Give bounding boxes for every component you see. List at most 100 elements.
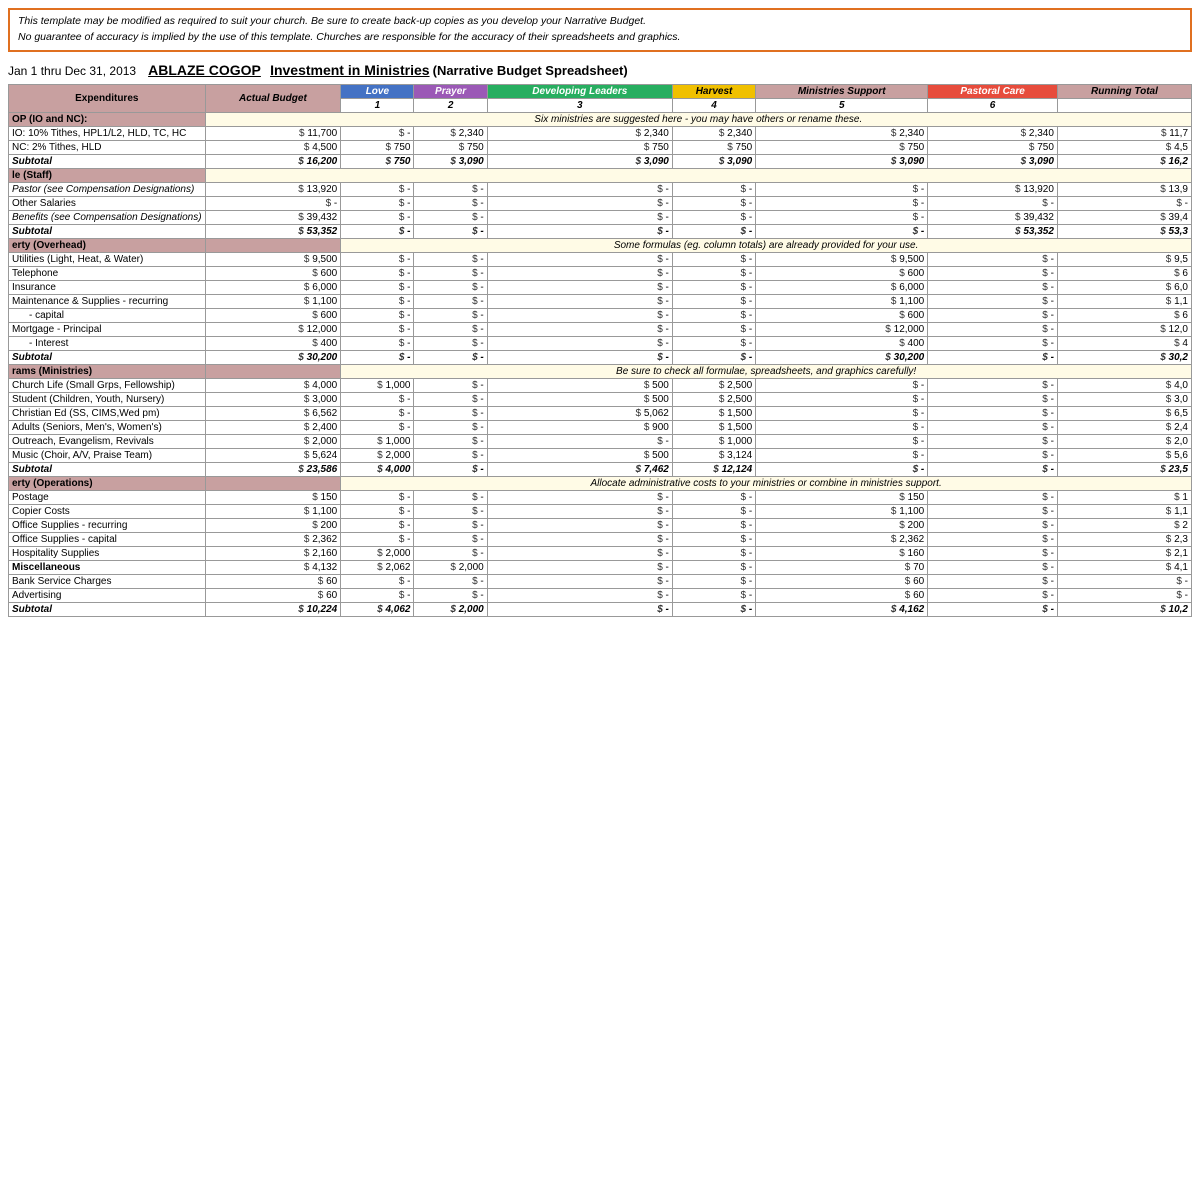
- cell-ministries: $ 2,362: [756, 532, 928, 546]
- cell-ministries: $ 200: [756, 518, 928, 532]
- cell-ministries: $ 750: [756, 140, 928, 154]
- cell-pastoral: $ -: [928, 420, 1058, 434]
- row-label: NC: 2% Tithes, HLD: [9, 140, 206, 154]
- cell-prayer: $ -: [414, 224, 487, 238]
- cell-prayer: $ -: [414, 196, 487, 210]
- cell-prayer: $ -: [414, 378, 487, 392]
- row-label: Other Salaries: [9, 196, 206, 210]
- col-num-love: 1: [341, 98, 414, 112]
- cell-developing: $ -: [487, 224, 672, 238]
- cell-pastoral: $ 3,090: [928, 154, 1058, 168]
- cell-love: $ 2,000: [341, 448, 414, 462]
- row-label: Church Life (Small Grps, Fellowship): [9, 378, 206, 392]
- row-label: Postage: [9, 490, 206, 504]
- cell-prayer: $ -: [414, 546, 487, 560]
- cell-actual: $ 11,700: [205, 126, 341, 140]
- cell-pastoral: $ -: [928, 518, 1058, 532]
- cell-harvest: $ 750: [672, 140, 755, 154]
- table-row: Subtotal$ 16,200$ 750$ 3,090$ 3,090$ 3,0…: [9, 154, 1192, 168]
- cell-running: $ 1,1: [1057, 504, 1191, 518]
- cell-actual: $ 9,500: [205, 252, 341, 266]
- cell-harvest: $ -: [672, 252, 755, 266]
- table-row: Other Salaries$ -$ -$ -$ -$ -$ -$ -$ -: [9, 196, 1192, 210]
- section-note: Allocate administrative costs to your mi…: [341, 476, 1192, 490]
- cell-harvest: $ -: [672, 196, 755, 210]
- cell-developing: $ -: [487, 294, 672, 308]
- cell-developing: $ 2,340: [487, 126, 672, 140]
- col-num-pastoral: 6: [928, 98, 1058, 112]
- cell-pastoral: $ -: [928, 588, 1058, 602]
- cell-ministries: $ 30,200: [756, 350, 928, 364]
- row-label: Utilities (Light, Heat, & Water): [9, 252, 206, 266]
- cell-prayer: $ -: [414, 588, 487, 602]
- table-row: Miscellaneous$ 4,132$ 2,062$ 2,000$ -$ -…: [9, 560, 1192, 574]
- cell-running: $ 2,1: [1057, 546, 1191, 560]
- cell-developing: $ -: [487, 434, 672, 448]
- cell-pastoral: $ -: [928, 406, 1058, 420]
- cell-pastoral: $ -: [928, 574, 1058, 588]
- cell-prayer: $ -: [414, 504, 487, 518]
- cell-actual: $ 16,200: [205, 154, 341, 168]
- cell-running: $ 30,2: [1057, 350, 1191, 364]
- cell-harvest: $ 1,500: [672, 406, 755, 420]
- col-header-ministries: Ministries Support: [756, 84, 928, 98]
- cell-harvest: $ -: [672, 308, 755, 322]
- cell-love: $ -: [341, 518, 414, 532]
- cell-love: $ -: [341, 504, 414, 518]
- cell-developing: $ 500: [487, 448, 672, 462]
- cell-running: $ 2,4: [1057, 420, 1191, 434]
- cell-pastoral: $ -: [928, 392, 1058, 406]
- row-label: Subtotal: [9, 154, 206, 168]
- cell-actual: $ 53,352: [205, 224, 341, 238]
- row-label: Outreach, Evangelism, Revivals: [9, 434, 206, 448]
- cell-pastoral: $ 2,340: [928, 126, 1058, 140]
- cell-pastoral: $ -: [928, 532, 1058, 546]
- cell-pastoral: $ -: [928, 252, 1058, 266]
- table-row: IO: 10% Tithes, HPL1/L2, HLD, TC, HC$ 11…: [9, 126, 1192, 140]
- table-row: Maintenance & Supplies - recurring$ 1,10…: [9, 294, 1192, 308]
- cell-pastoral: $ -: [928, 490, 1058, 504]
- cell-running: $ 2,3: [1057, 532, 1191, 546]
- cell-love: $ -: [341, 350, 414, 364]
- section-header-row: erty (Overhead)Some formulas (eg. column…: [9, 238, 1192, 252]
- cell-love: $ -: [341, 420, 414, 434]
- cell-love: $ -: [341, 336, 414, 350]
- cell-running: $ 16,2: [1057, 154, 1191, 168]
- cell-developing: $ -: [487, 602, 672, 616]
- cell-prayer: $ 2,000: [414, 602, 487, 616]
- col-header-developing: Developing Leaders: [487, 84, 672, 98]
- cell-ministries: $ 60: [756, 588, 928, 602]
- cell-running: $ 6: [1057, 308, 1191, 322]
- cell-pastoral: $ 53,352: [928, 224, 1058, 238]
- cell-love: $ -: [341, 532, 414, 546]
- cell-running: $ 12,0: [1057, 322, 1191, 336]
- cell-ministries: $ 60: [756, 574, 928, 588]
- table-row: Mortgage - Principal$ 12,000$ -$ -$ -$ -…: [9, 322, 1192, 336]
- cell-pastoral: $ -: [928, 378, 1058, 392]
- cell-running: $ 39,4: [1057, 210, 1191, 224]
- row-label: Miscellaneous: [9, 560, 206, 574]
- cell-prayer: $ -: [414, 266, 487, 280]
- cell-pastoral: $ -: [928, 308, 1058, 322]
- row-label: Office Supplies - capital: [9, 532, 206, 546]
- cell-developing: $ -: [487, 574, 672, 588]
- section-name: OP (IO and NC):: [9, 112, 206, 126]
- cell-prayer: $ -: [414, 448, 487, 462]
- main-title: ABLAZE COGOP Investment in Ministries (N…: [148, 62, 628, 78]
- row-label: Subtotal: [9, 602, 206, 616]
- cell-developing: $ -: [487, 350, 672, 364]
- cell-developing: $ -: [487, 266, 672, 280]
- cell-love: $ -: [341, 182, 414, 196]
- cell-developing: $ 500: [487, 378, 672, 392]
- cell-running: $ 2,0: [1057, 434, 1191, 448]
- cell-prayer: $ 750: [414, 140, 487, 154]
- cell-prayer: $ 3,090: [414, 154, 487, 168]
- section-header-row: le (Staff): [9, 168, 1192, 182]
- col-header-pastoral: Pastoral Care: [928, 84, 1058, 98]
- cell-actual: $ 600: [205, 308, 341, 322]
- cell-ministries: $ -: [756, 196, 928, 210]
- cell-actual: $ 2,160: [205, 546, 341, 560]
- cell-prayer: $ -: [414, 182, 487, 196]
- cell-actual: $ 4,132: [205, 560, 341, 574]
- cell-running: $ 4,0: [1057, 378, 1191, 392]
